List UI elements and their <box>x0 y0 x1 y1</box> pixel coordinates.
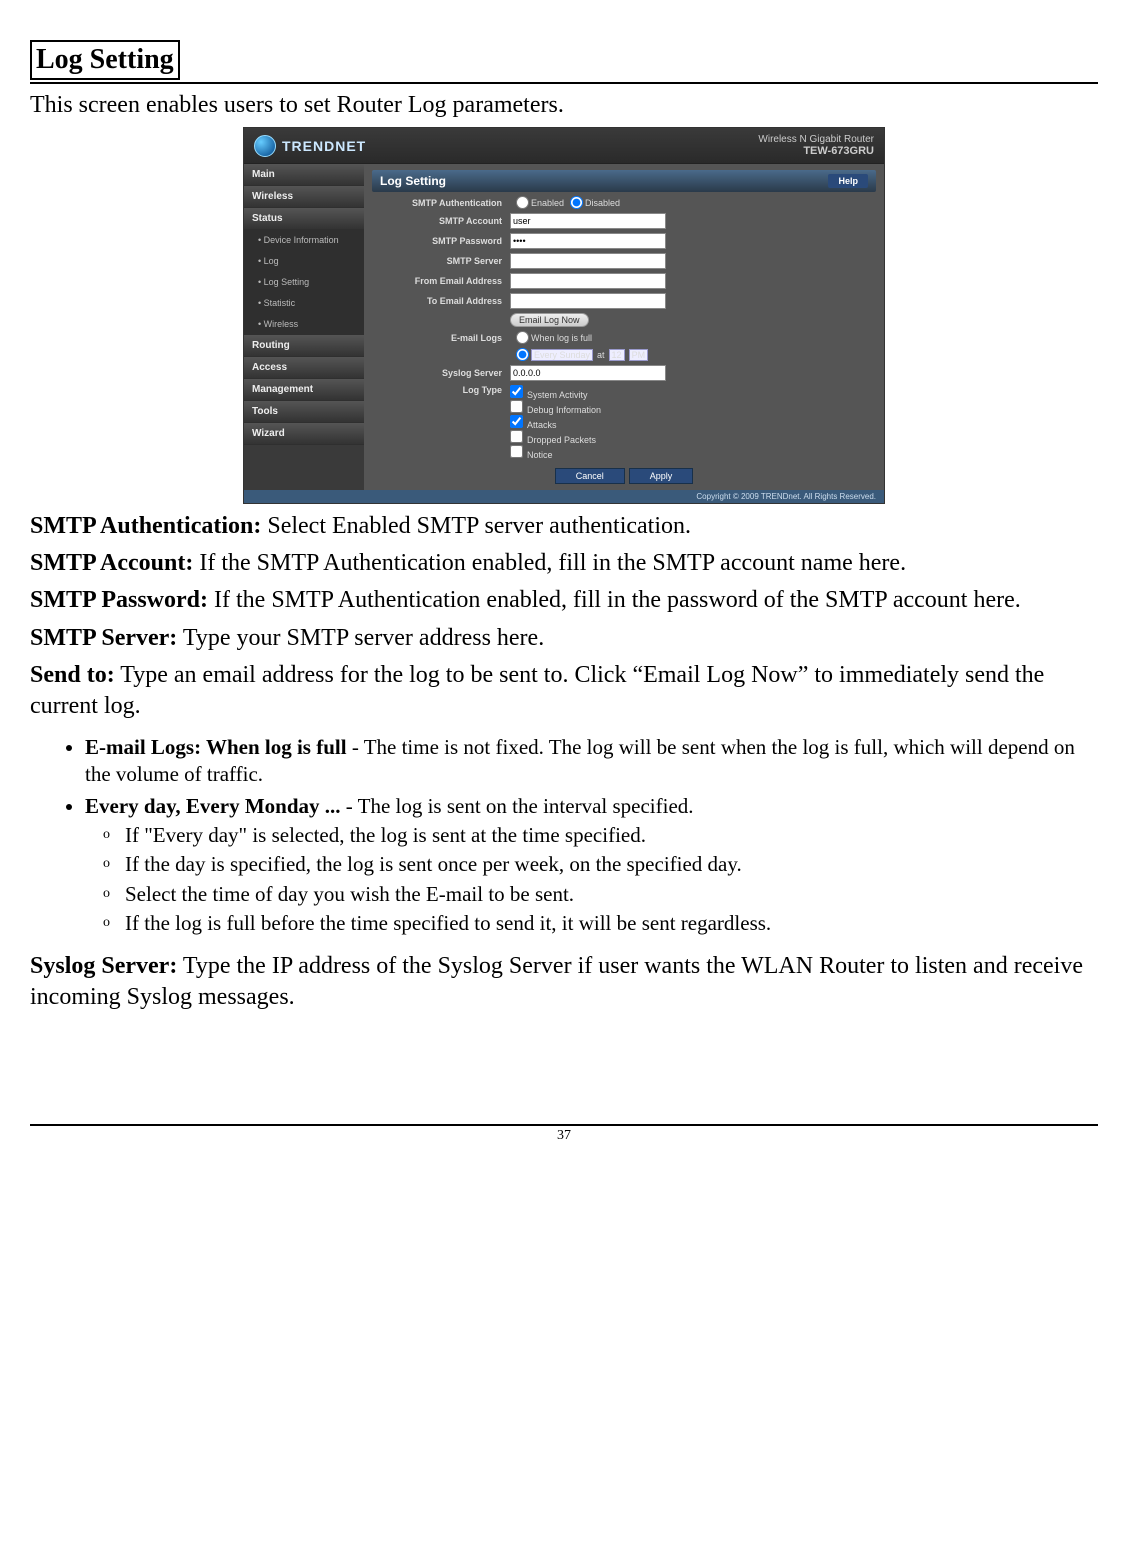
list-item: E-mail Logs: When log is full - The time… <box>85 734 1098 789</box>
syslog-server-label: Syslog Server <box>372 368 510 378</box>
sidebar-item-main[interactable]: Main <box>244 164 364 186</box>
router-screenshot: TRENDNET Wireless N Gigabit Router TEW-6… <box>30 127 1098 505</box>
model-line2: TEW-673GRU <box>758 145 874 157</box>
smtp-password-input[interactable] <box>510 233 666 249</box>
smtp-server-label: SMTP Server <box>372 256 510 266</box>
schedule-radio[interactable] <box>516 348 529 361</box>
log-type-notice-checkbox[interactable] <box>510 445 523 458</box>
smtp-account-label: SMTP Account <box>372 216 510 226</box>
disabled-label: Disabled <box>585 198 620 208</box>
cancel-button[interactable]: Cancel <box>555 468 625 484</box>
log-type-attacks-checkbox[interactable] <box>510 415 523 428</box>
from-email-input[interactable] <box>510 273 666 289</box>
sidebar-sub-device-info[interactable]: • Device Information <box>244 230 364 251</box>
log-type-dropped-checkbox[interactable] <box>510 430 523 443</box>
log-type-dropped-label: Dropped Packets <box>527 435 596 445</box>
when-full-label: When log is full <box>531 333 592 343</box>
schedule-hour-select[interactable]: 12 <box>609 349 625 361</box>
list-item: If "Every day" is selected, the log is s… <box>125 822 1098 849</box>
apply-button[interactable]: Apply <box>629 468 694 484</box>
smtp-password-label: SMTP Password <box>372 236 510 246</box>
smtp-server-input[interactable] <box>510 253 666 269</box>
section-underline <box>30 82 1098 84</box>
sidebar-sub-log[interactable]: • Log <box>244 251 364 272</box>
sidebar-item-access[interactable]: Access <box>244 357 364 379</box>
sidebar-sub-wireless[interactable]: • Wireless <box>244 314 364 335</box>
when-full-radio[interactable] <box>516 331 529 344</box>
smtp-account-input[interactable] <box>510 213 666 229</box>
schedule-at-label: at <box>597 350 605 360</box>
def-smtp-server: SMTP Server: Type your SMTP server addre… <box>30 623 1098 654</box>
log-type-system-label: System Activity <box>527 390 588 400</box>
intro-text: This screen enables users to set Router … <box>30 92 1098 119</box>
log-type-system-checkbox[interactable] <box>510 385 523 398</box>
brand-name: TRENDNET <box>282 138 366 154</box>
sidebar-item-wireless[interactable]: Wireless <box>244 186 364 208</box>
def-smtp-auth: SMTP Authentication: Select Enabled SMTP… <box>30 511 1098 542</box>
list-item: Every day, Every Monday ... - The log is… <box>85 793 1098 937</box>
smtp-auth-disabled-radio[interactable] <box>570 196 583 209</box>
sidebar-item-routing[interactable]: Routing <box>244 335 364 357</box>
sidebar-item-tools[interactable]: Tools <box>244 401 364 423</box>
def-smtp-account: SMTP Account: If the SMTP Authentication… <box>30 548 1098 579</box>
log-type-debug-checkbox[interactable] <box>510 400 523 413</box>
list-item: Select the time of day you wish the E-ma… <box>125 881 1098 908</box>
section-title: Log Setting <box>30 40 180 80</box>
list-item: If the day is specified, the log is sent… <box>125 851 1098 878</box>
model-line1: Wireless N Gigabit Router <box>758 134 874 145</box>
help-button[interactable]: Help <box>828 174 868 188</box>
log-type-notice-label: Notice <box>527 450 553 460</box>
sidebar-sub-statistic[interactable]: • Statistic <box>244 293 364 314</box>
brand-logo-icon <box>254 135 276 157</box>
sidebar-item-status[interactable]: Status <box>244 208 364 230</box>
to-email-input[interactable] <box>510 293 666 309</box>
list-item: If the log is full before the time speci… <box>125 910 1098 937</box>
bullet-list: E-mail Logs: When log is full - The time… <box>30 734 1098 937</box>
smtp-auth-label: SMTP Authentication <box>372 198 510 208</box>
log-type-debug-label: Debug Information <box>527 405 601 415</box>
def-smtp-password: SMTP Password: If the SMTP Authenticatio… <box>30 585 1098 616</box>
sidebar: Main Wireless Status • Device Informatio… <box>244 164 364 490</box>
schedule-day-select[interactable]: Every Sunday <box>531 349 593 361</box>
enabled-label: Enabled <box>531 198 564 208</box>
sidebar-item-management[interactable]: Management <box>244 379 364 401</box>
panel-title: Log Setting <box>380 174 446 188</box>
email-log-now-button[interactable]: Email Log Now <box>510 313 589 327</box>
syslog-server-input[interactable] <box>510 365 666 381</box>
sidebar-sub-log-setting[interactable]: • Log Setting <box>244 272 364 293</box>
schedule-ampm-select[interactable]: PM <box>629 349 649 361</box>
log-type-label: Log Type <box>372 385 510 395</box>
page-number: 37 <box>557 1128 571 1143</box>
from-email-label: From Email Address <box>372 276 510 286</box>
page-footer: 37 <box>30 1124 1098 1144</box>
to-email-label: To Email Address <box>372 296 510 306</box>
sidebar-item-wizard[interactable]: Wizard <box>244 423 364 445</box>
copyright-text: Copyright © 2009 TRENDnet. All Rights Re… <box>244 490 884 503</box>
log-type-attacks-label: Attacks <box>527 420 557 430</box>
smtp-auth-enabled-radio[interactable] <box>516 196 529 209</box>
email-logs-label: E-mail Logs <box>372 333 510 343</box>
def-send-to: Send to: Type an email address for the l… <box>30 660 1098 722</box>
def-syslog: Syslog Server: Type the IP address of th… <box>30 951 1098 1013</box>
router-header: TRENDNET Wireless N Gigabit Router TEW-6… <box>244 128 884 164</box>
